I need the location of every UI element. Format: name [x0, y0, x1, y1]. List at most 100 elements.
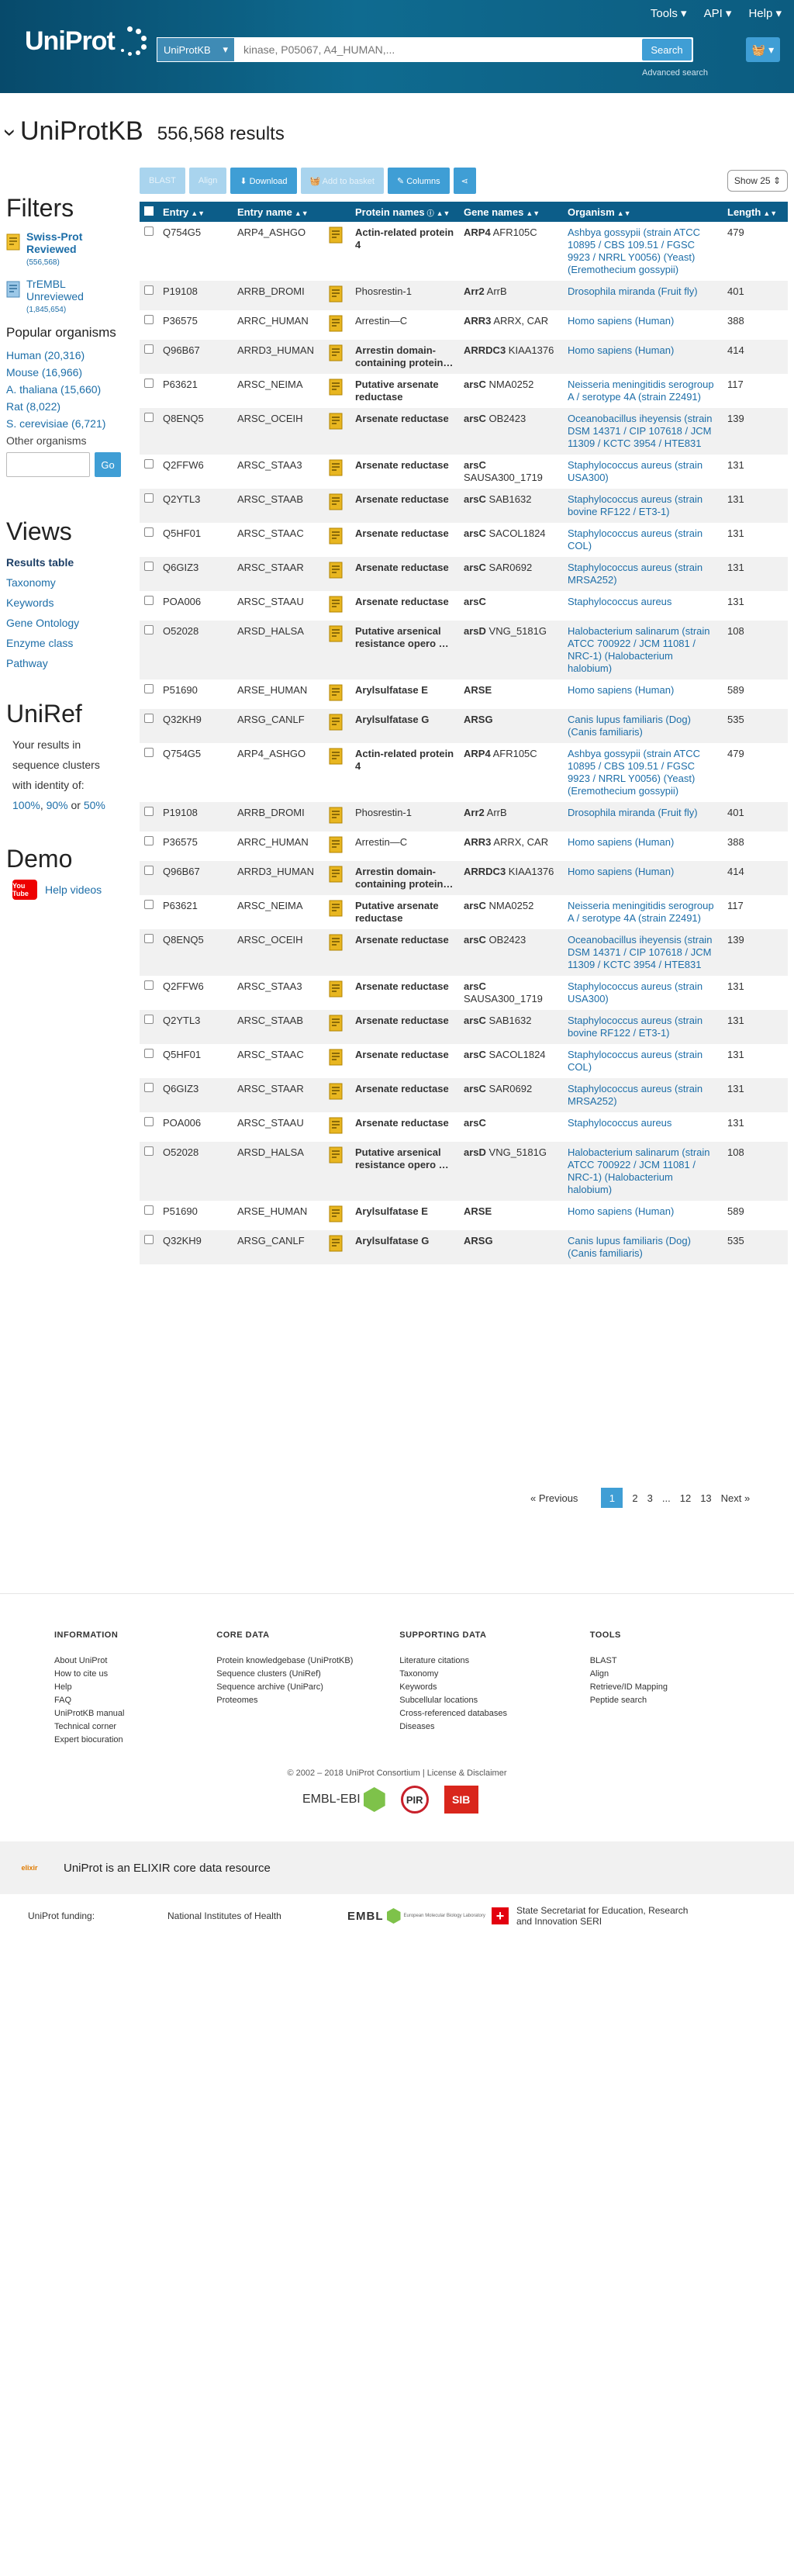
view-taxonomy[interactable]: Taxonomy — [6, 572, 130, 593]
protein-name-cell[interactable]: Arrestin domain-containing protein… — [350, 861, 459, 895]
row-checkbox[interactable] — [144, 714, 154, 723]
table-row[interactable]: O52028 ARSD_HALSA Putative arsenical resis… — [140, 1142, 788, 1201]
view-keywords[interactable]: Keywords — [6, 593, 130, 613]
search-button[interactable]: Search — [642, 39, 692, 61]
protein-name-cell[interactable]: Arrestin—C — [350, 832, 459, 861]
table-row[interactable]: P63621 ARSC_NEIMA Putative arsenate reduct… — [140, 374, 788, 408]
organism-cell[interactable]: Homo sapiens (Human) — [563, 340, 723, 374]
footer-link[interactable]: About UniProt — [54, 1655, 216, 1668]
entry-cell[interactable]: Q754G5 — [158, 743, 233, 802]
row-checkbox[interactable] — [144, 285, 154, 295]
row-checkbox[interactable] — [144, 684, 154, 693]
row-checkbox[interactable] — [144, 1117, 154, 1126]
organism-cell[interactable]: Staphylococcus aureus — [563, 591, 723, 621]
entry-cell[interactable]: Q2FFW6 — [158, 455, 233, 489]
footer-link[interactable]: Sequence clusters (UniRef) — [216, 1668, 399, 1681]
footer-link[interactable]: How to cite us — [54, 1668, 216, 1681]
row-checkbox[interactable] — [144, 1146, 154, 1156]
nav-tools[interactable]: Tools ▾ — [651, 6, 687, 20]
col-organism[interactable]: Organism ▲▼ — [563, 202, 723, 222]
align-button[interactable]: Align — [188, 168, 227, 194]
advanced-search-link[interactable]: Advanced search — [642, 68, 708, 78]
embl-ebi-logo[interactable]: EMBL-EBI — [302, 1787, 385, 1812]
other-organism-input[interactable] — [6, 452, 90, 477]
embl-logo[interactable]: EMBL European Molecular Biology Laborator… — [347, 1908, 492, 1924]
entry-name-cell[interactable]: ARSC_STAAR — [233, 1078, 324, 1112]
seri-logo[interactable]: + State Secretariat for Education, Resea… — [492, 1905, 703, 1927]
select-all-header[interactable] — [140, 202, 158, 222]
page-12[interactable]: 12 — [680, 1492, 691, 1504]
entry-name-cell[interactable]: ARRC_HUMAN — [233, 832, 324, 861]
footer-link[interactable]: Taxonomy — [399, 1668, 589, 1681]
elixir-logo[interactable]: elixir — [11, 1852, 48, 1883]
col-gene-names[interactable]: Gene names ▲▼ — [459, 202, 563, 222]
protein-name-cell[interactable]: Arrestin—C — [350, 310, 459, 340]
footer-link[interactable]: Literature citations — [399, 1655, 589, 1668]
page-3[interactable]: 3 — [647, 1492, 653, 1504]
row-checkbox[interactable] — [144, 493, 154, 503]
table-row[interactable]: Q32KH9 ARSG_CANLF Arylsulfatase G ARSG Cani… — [140, 709, 788, 743]
table-row[interactable]: Q2YTL3 ARSC_STAAB Arsenate reductase arsC S… — [140, 489, 788, 523]
protein-name-cell[interactable]: Arsenate reductase — [350, 591, 459, 621]
entry-name-cell[interactable]: ARP4_ASHGO — [233, 222, 324, 281]
organism-cell[interactable]: Oceanobacillus iheyensis (strain DSM 143… — [563, 929, 723, 976]
protein-name-cell[interactable]: Arsenate reductase — [350, 523, 459, 557]
uniref-50-link[interactable]: 50% — [84, 799, 105, 811]
unreviewed-label-2[interactable]: Unreviewed — [26, 290, 84, 303]
row-checkbox[interactable] — [144, 562, 154, 571]
protein-name-cell[interactable]: Putative arsenical resistance opero … — [350, 1142, 459, 1201]
protein-name-cell[interactable]: Actin-related protein 4 — [350, 743, 459, 802]
select-all-checkbox[interactable] — [144, 206, 154, 216]
collapse-chevron-icon[interactable]: › — [0, 129, 23, 137]
protein-name-cell[interactable]: Actin-related protein 4 — [350, 222, 459, 281]
entry-cell[interactable]: P19108 — [158, 802, 233, 832]
page-1-current[interactable]: 1 — [601, 1488, 623, 1508]
uniprot-logo[interactable]: UniProt — [25, 25, 149, 57]
entry-name-cell[interactable]: ARSC_OCEIH — [233, 408, 324, 455]
table-row[interactable]: P36575 ARRC_HUMAN Arrestin—C ARR3 ARRX, CAR… — [140, 832, 788, 861]
entry-name-cell[interactable]: ARSE_HUMAN — [233, 679, 324, 709]
protein-name-cell[interactable]: Putative arsenate reductase — [350, 374, 459, 408]
table-row[interactable]: P63621 ARSC_NEIMA Putative arsenate reduct… — [140, 895, 788, 929]
table-row[interactable]: Q8ENQ5 ARSC_OCEIH Arsenate reductase arsC O… — [140, 408, 788, 455]
entry-name-cell[interactable]: ARSC_STAAC — [233, 1044, 324, 1078]
footer-link[interactable]: Expert biocuration — [54, 1734, 216, 1747]
table-row[interactable]: P51690 ARSE_HUMAN Arylsulfatase E ARSE Homo… — [140, 1201, 788, 1230]
entry-cell[interactable]: Q32KH9 — [158, 1230, 233, 1264]
footer-link[interactable]: Subcellular locations — [399, 1694, 589, 1707]
pir-logo[interactable]: PIR — [400, 1786, 429, 1814]
entry-name-cell[interactable]: ARSC_NEIMA — [233, 895, 324, 929]
footer-link[interactable]: Proteomes — [216, 1694, 399, 1707]
entry-name-cell[interactable]: ARSC_STAAB — [233, 1010, 324, 1044]
organism-link-rat[interactable]: Rat (8,022) — [6, 398, 130, 415]
next-page-link[interactable]: Next » — [721, 1492, 751, 1504]
table-row[interactable]: Q2FFW6 ARSC_STAA3 Arsenate reductase arsC S… — [140, 455, 788, 489]
footer-link[interactable]: Align — [590, 1668, 752, 1681]
footer-link[interactable]: Protein knowledgebase (UniProtKB) — [216, 1655, 399, 1668]
organism-link-human[interactable]: Human (20,316) — [6, 347, 130, 364]
view-pathway[interactable]: Pathway — [6, 653, 130, 673]
row-checkbox[interactable] — [144, 900, 154, 909]
table-row[interactable]: P51690 ARSE_HUMAN Arylsulfatase E ARSE Homo… — [140, 679, 788, 709]
organism-cell[interactable]: Homo sapiens (Human) — [563, 832, 723, 861]
entry-name-cell[interactable]: ARSC_STAA3 — [233, 455, 324, 489]
protein-name-cell[interactable]: Arsenate reductase — [350, 976, 459, 1010]
entry-name-cell[interactable]: ARSD_HALSA — [233, 621, 324, 679]
entry-name-cell[interactable]: ARSG_CANLF — [233, 1230, 324, 1264]
previous-page-link[interactable]: « Previous — [530, 1492, 578, 1504]
footer-link[interactable]: Retrieve/ID Mapping — [590, 1681, 752, 1694]
row-checkbox[interactable] — [144, 1083, 154, 1092]
row-checkbox[interactable] — [144, 459, 154, 469]
table-row[interactable]: P19108 ARRB_DROMI Phosrestin-1 Arr2 ArrB Dro… — [140, 281, 788, 310]
organism-cell[interactable]: Homo sapiens (Human) — [563, 310, 723, 340]
table-row[interactable]: Q96B67 ARRD3_HUMAN Arrestin domain-contain… — [140, 861, 788, 895]
table-row[interactable]: Q754G5 ARP4_ASHGO Actin-related protein 4A… — [140, 743, 788, 802]
row-checkbox[interactable] — [144, 1049, 154, 1058]
protein-name-cell[interactable]: Arrestin domain-containing protein… — [350, 340, 459, 374]
entry-cell[interactable]: P36575 — [158, 310, 233, 340]
share-button[interactable]: ⋖ — [453, 168, 476, 194]
table-row[interactable]: Q6GIZ3 ARSC_STAAR Arsenate reductase arsC S… — [140, 1078, 788, 1112]
row-checkbox[interactable] — [144, 748, 154, 757]
row-checkbox[interactable] — [144, 1015, 154, 1024]
row-checkbox[interactable] — [144, 1235, 154, 1244]
